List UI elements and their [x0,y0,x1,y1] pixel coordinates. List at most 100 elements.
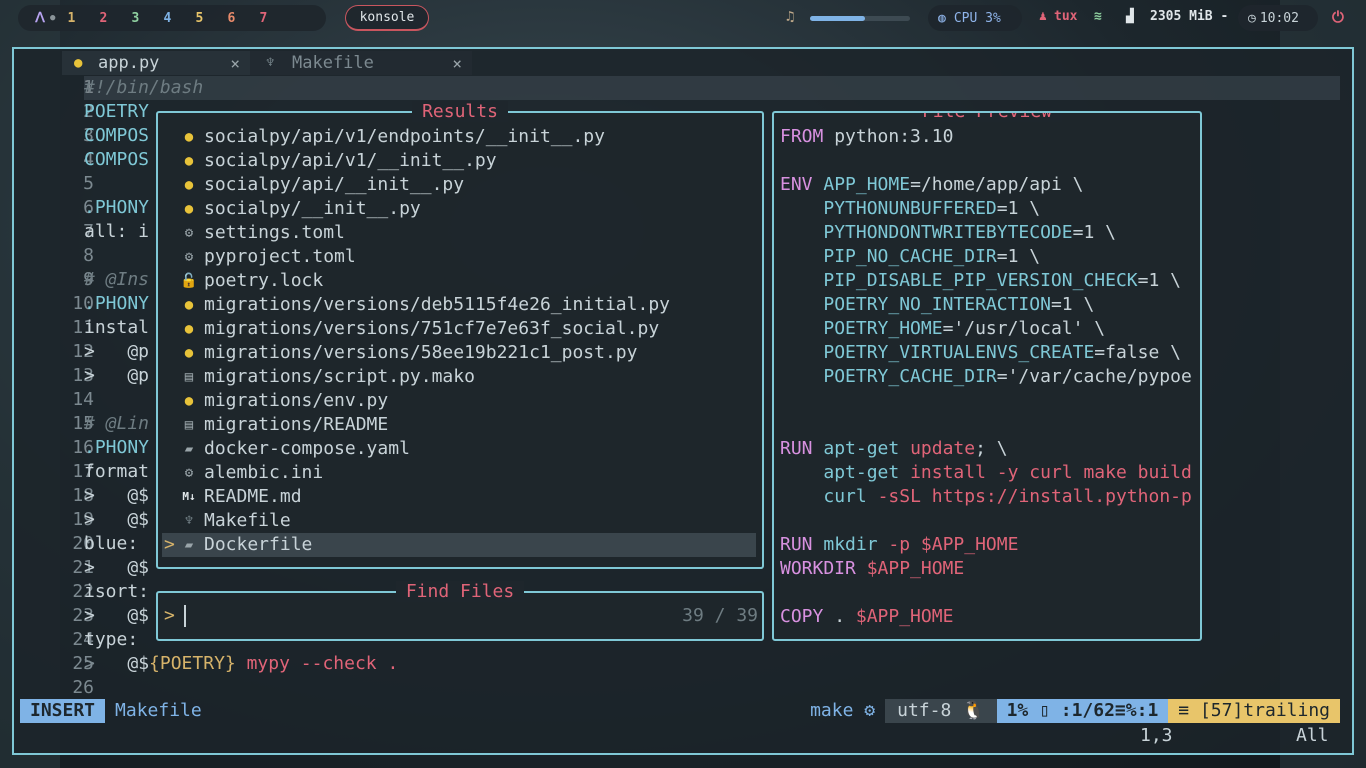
result-item[interactable]: ▤ migrations/script.py.mako [162,365,756,389]
workspace-5[interactable]: 5 [183,11,215,26]
buffer-tabline: ● app.py × ♆ Makefile × [14,51,1352,75]
memory-usage[interactable]: 2305 MiB - [1150,9,1228,24]
workspace-6[interactable]: 6 [215,11,247,26]
result-path: socialpy/api/v1/endpoints/__init__.py [204,126,605,147]
result-path: migrations/env.py [204,390,389,411]
python-icon: ● [74,55,83,71]
preview-line: curl -sSL https://install.python-p [823,486,1192,507]
result-item[interactable]: ● migrations/env.py [162,389,756,413]
code-line[interactable]: #!/bin/bash [84,76,1340,100]
result-item-selected[interactable]: > ▰ Dockerfile [162,533,756,557]
preview-line: WORKDIR $APP_HOME [780,558,965,579]
result-path: Makefile [204,510,291,531]
result-item[interactable]: ● socialpy/api/v1/__init__.py [162,149,756,173]
telescope-results[interactable]: Results ● socialpy/api/v1/endpoints/__ini… [156,101,764,569]
wifi-icon[interactable]: ≋ [1094,9,1102,24]
workspace-2[interactable]: 2 [87,11,119,26]
user-name[interactable]: tux [1054,9,1077,24]
result-item[interactable]: ● socialpy/api/__init__.py [162,173,756,197]
result-item[interactable]: ● socialpy/__init__.py [162,197,756,221]
result-item[interactable]: ● socialpy/api/v1/endpoints/__init__.py [162,125,756,149]
docker-icon: ▰ [184,441,194,457]
scroll-indicator: All [1296,725,1329,746]
result-item[interactable]: ♆ Makefile [162,509,756,533]
find-files-title: Find Files [395,581,525,602]
clock-time: 10:02 [1259,10,1299,26]
result-path: poetry.lock [204,270,324,291]
results-title: Results [412,101,508,122]
volume-slider-fill [810,16,865,21]
code-line[interactable] [84,676,1340,700]
workspace-3[interactable]: 3 [119,11,151,26]
makefile-icon: ♆ [184,513,194,529]
preview-line: PYTHONDONTWRITEBYTECODE=1 \ [823,222,1116,243]
clock-icon: ◷ [1248,10,1256,26]
workspace-7[interactable]: 7 [247,11,279,26]
result-item[interactable]: ⚙ pyproject.toml [162,245,756,269]
cursor-position: 1,3 [1140,725,1173,746]
preview-line [780,149,1192,173]
preview-line [780,389,1192,413]
result-item[interactable]: ● migrations/versions/751cf7e7e63f_social… [162,317,756,341]
clock-widget[interactable]: ◷ 10:02 [1238,5,1318,31]
music-note-icon[interactable]: ♫ [786,9,794,25]
user-icon: ♟ [1039,9,1047,24]
result-item[interactable]: ● migrations/versions/deb5115f4e26_initia… [162,293,756,317]
file-icon: ▤ [184,369,194,385]
statusline: INSERT Makefile make ⚙ utf-8 🐧 1% ▯ :1/6… [20,699,1340,723]
close-icon[interactable]: × [452,54,462,73]
python-icon: ● [184,297,194,313]
status-filetype: make ⚙ [810,700,876,721]
result-item[interactable]: ⚙ alembic.ini [162,461,756,485]
cpu-widget[interactable]: ◍ CPU 3% [928,5,1022,31]
preview-line: POETRY_HOME='/usr/local' \ [823,318,1106,339]
workspace-4[interactable]: 4 [151,11,183,26]
preview-line: PIP_DISABLE_PIP_VERSION_CHECK=1 \ [823,270,1181,291]
preview-line: RUN apt-get update; \ [780,438,1008,459]
cpu-icon: ◍ [938,10,946,26]
preview-line: COPY . $APP_HOME [780,606,954,627]
volume-slider[interactable] [810,16,910,21]
tab-label: Makefile [292,53,374,73]
workspace-1[interactable]: 1 [55,11,87,26]
result-item[interactable]: ● migrations/versions/58ee19b221c1_post.p… [162,341,756,365]
arch-logo-icon[interactable]: ᐱ [30,10,50,26]
close-icon[interactable]: × [230,54,240,73]
code-line[interactable]: > @${POETRY} mypy --check . [84,652,1340,676]
result-item[interactable]: ⚙ settings.toml [162,221,756,245]
preview-line: POETRY_NO_INTERACTION=1 \ [823,294,1095,315]
result-path: socialpy/__init__.py [204,198,421,219]
python-icon: ● [184,129,194,145]
result-path: README.md [204,486,302,507]
preview-line [780,581,1192,605]
active-window-title[interactable]: konsole [345,5,429,31]
telescope-prompt[interactable]: Find Files > 39 / 39 [156,581,764,641]
preview-line: POETRY_CACHE_DIR='/var/cache/pypoe [823,366,1192,387]
preview-line [780,509,1192,533]
power-icon[interactable]: ⏻ [1332,8,1344,26]
gear-icon: ⚙ [184,249,194,265]
result-path: migrations/versions/58ee19b221c1_post.py [204,342,638,363]
status-filename: Makefile [115,700,202,721]
cpu-usage: CPU 3% [953,10,1001,26]
result-path: migrations/script.py.mako [204,366,475,387]
result-path: pyproject.toml [204,246,356,267]
result-item[interactable]: M↓ README.md [162,485,756,509]
preview-line: apt-get install -y curl make build [823,462,1192,483]
result-item[interactable]: 🔓 poetry.lock [162,269,756,293]
python-icon: ● [184,321,194,337]
preview-line: FROM python:3.10 [780,126,954,147]
tab-app-py[interactable]: ● app.py × [62,51,250,75]
status-position: 1% ▯ :1/62≡%:1 [996,699,1169,723]
markdown-icon: M↓ [182,490,196,503]
result-path: migrations/versions/deb5115f4e26_initial… [204,294,670,315]
preview-line: RUN mkdir -p $APP_HOME [780,534,1019,555]
terminal-window[interactable]: ● app.py × ♆ Makefile × 1234567891011121… [12,47,1354,755]
tab-makefile[interactable]: ♆ Makefile × [250,51,472,75]
memory-icon: ▟ [1126,9,1134,24]
workspace-switcher: ᐱ ● 1 2 3 4 5 6 7 [18,5,326,31]
telescope-preview[interactable]: File Preview FROM python:3.10 ENV APP_HO… [772,111,1202,641]
result-item[interactable]: ▰ docker-compose.yaml [162,437,756,461]
result-item[interactable]: ▤ migrations/README [162,413,756,437]
gear-icon: ⚙ [184,225,194,241]
